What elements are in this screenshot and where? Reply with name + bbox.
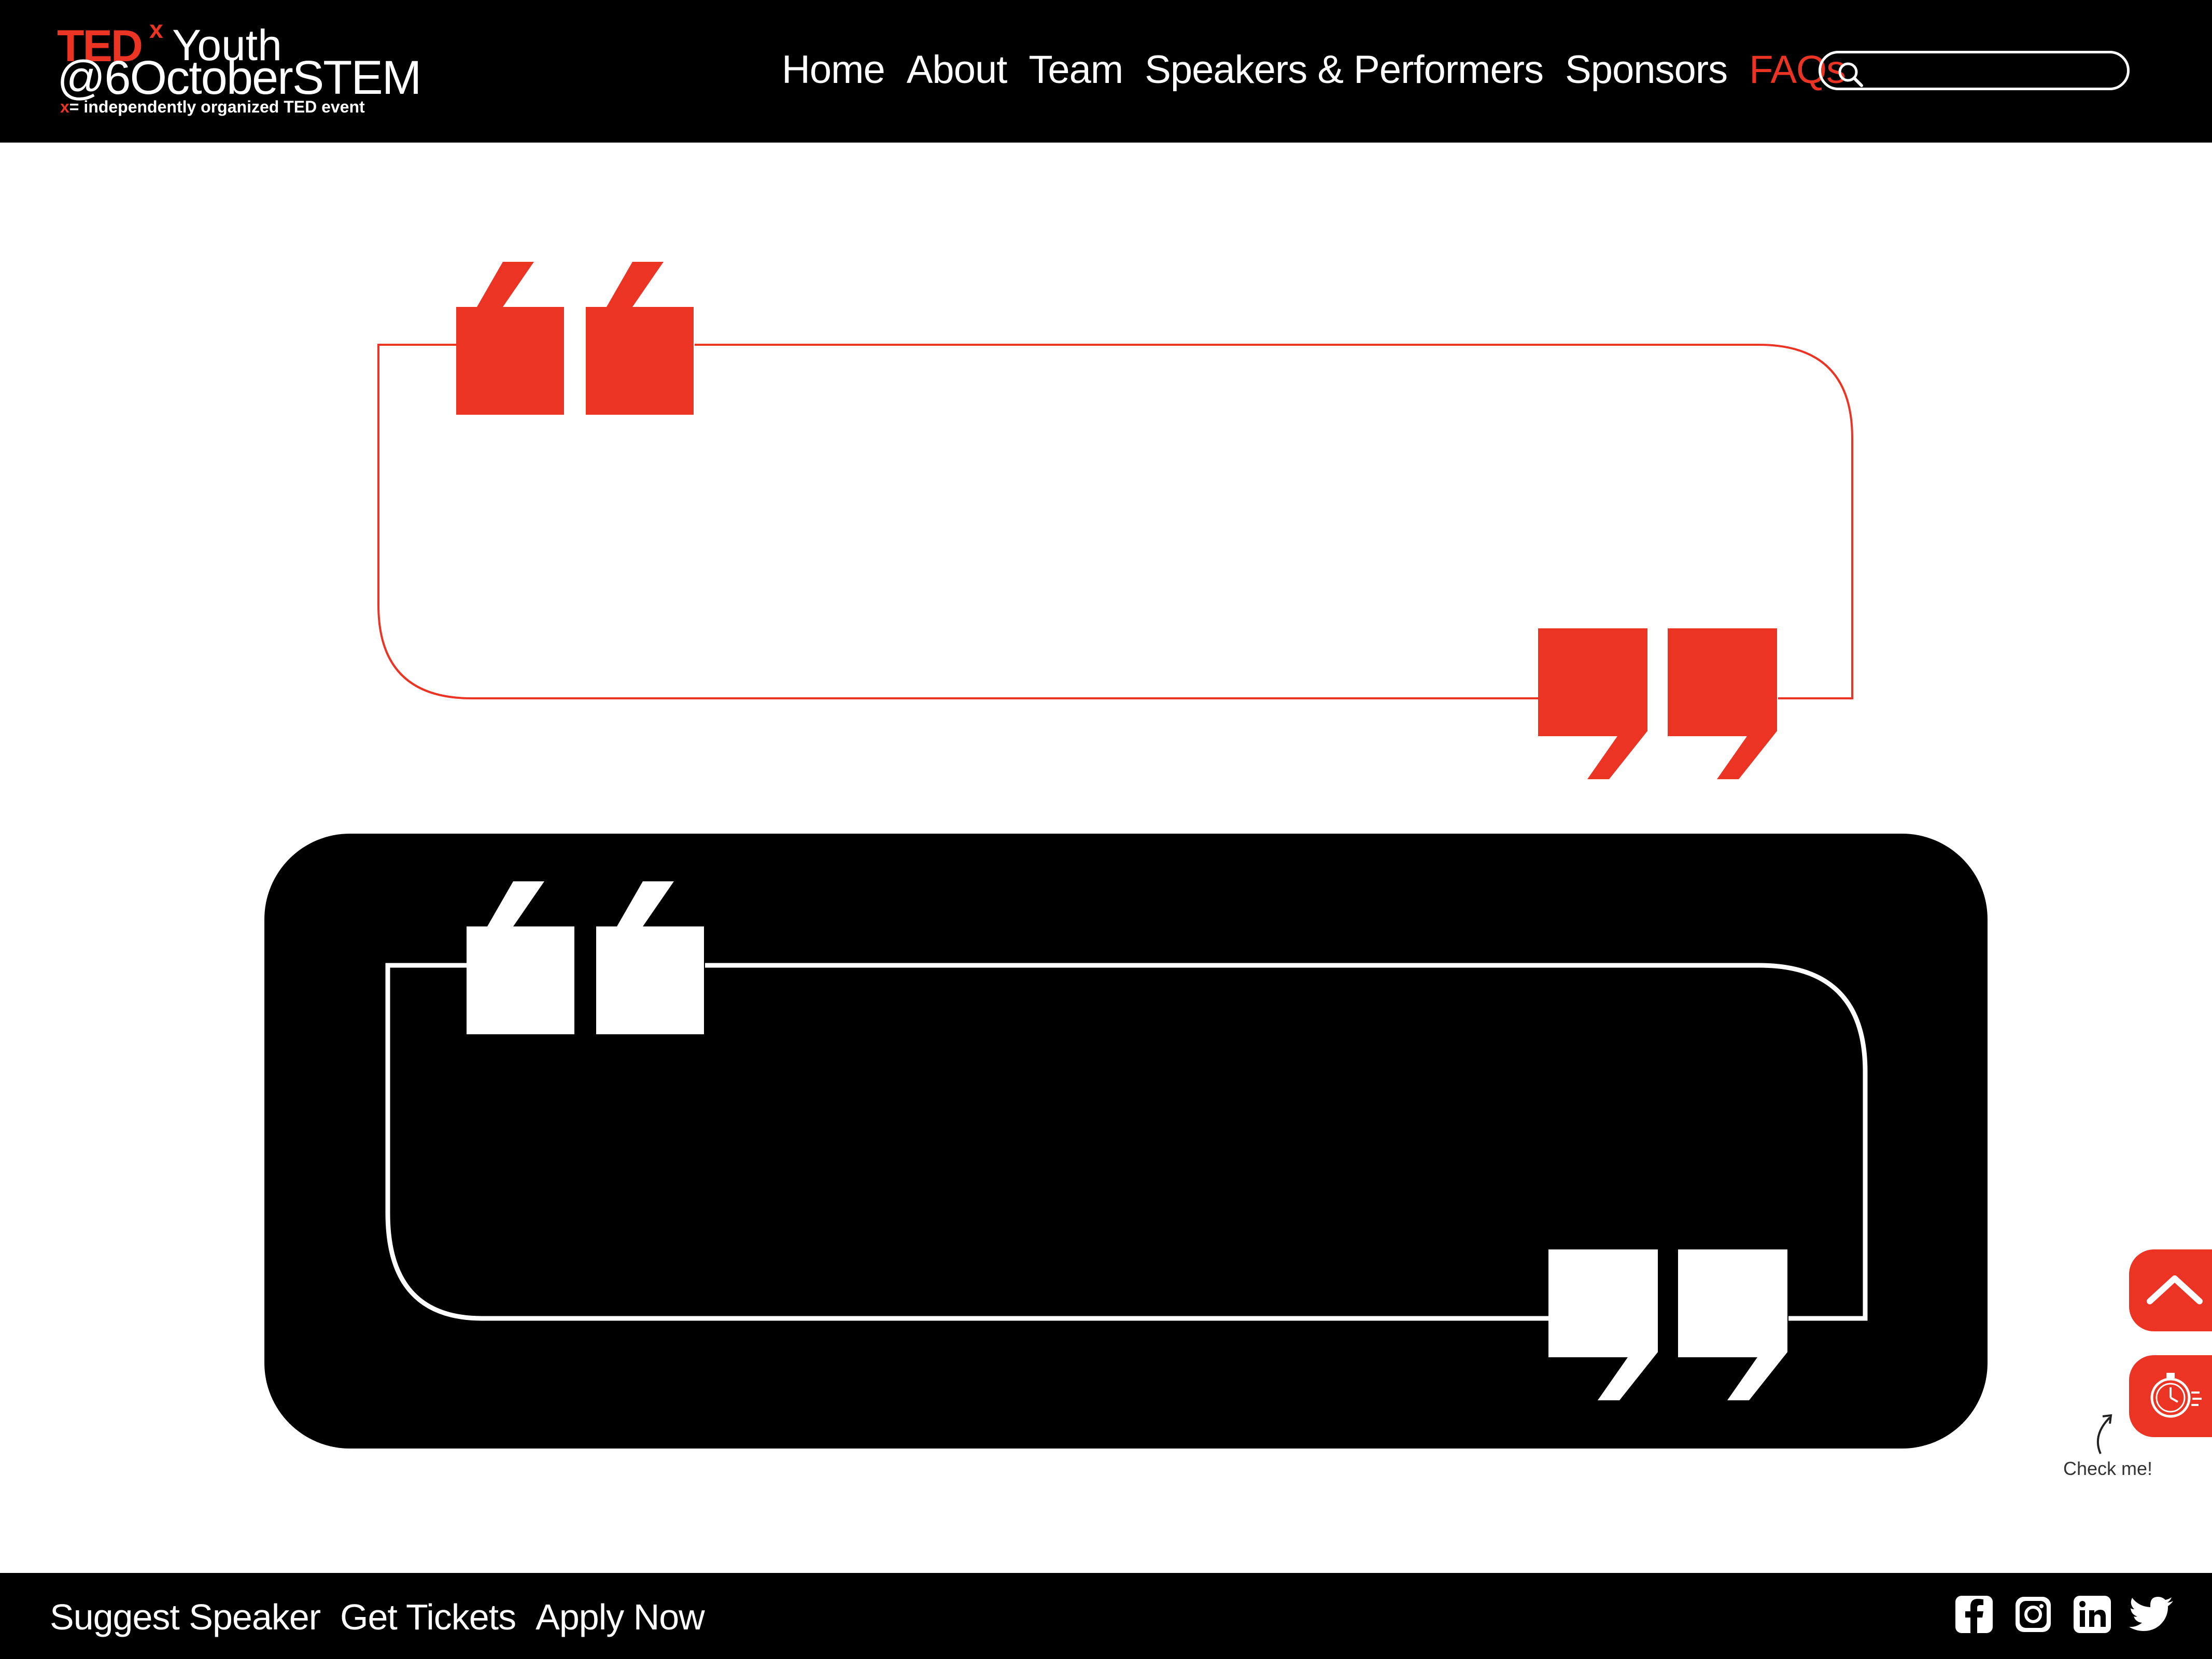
site-footer: Suggest Speaker Get Tickets Apply Now: [0, 1573, 2212, 1659]
stopwatch-icon: [2150, 1373, 2202, 1418]
close-quote-mark-icon: [1538, 628, 1777, 779]
search-input[interactable]: [1873, 55, 2119, 87]
footer-suggest-speaker[interactable]: Suggest Speaker: [50, 1594, 321, 1640]
logo-tagline-x: x: [60, 97, 69, 116]
open-quote-mark-icon: [456, 262, 694, 415]
footer-get-tickets[interactable]: Get Tickets: [340, 1594, 516, 1640]
nav-team[interactable]: Team: [1028, 41, 1123, 99]
nav-sponsors[interactable]: Sponsors: [1565, 41, 1728, 99]
linkedin-icon[interactable]: [2072, 1594, 2113, 1635]
logo-tagline-text: = independently organized TED event: [69, 97, 365, 116]
facebook-icon[interactable]: [1953, 1594, 1995, 1635]
close-quote-mark-white-icon: [1548, 1249, 1787, 1400]
curved-arrow-icon: [2096, 1414, 2112, 1454]
footer-links: Suggest Speaker Get Tickets Apply Now: [50, 1594, 724, 1640]
logo-event-name: @6OctoberSTEM: [57, 51, 421, 104]
twitter-icon[interactable]: [2128, 1594, 2175, 1635]
nav-speakers-performers[interactable]: Speakers & Performers: [1145, 41, 1544, 99]
search-icon[interactable]: [1836, 60, 1867, 91]
site-header: TED x Youth @6OctoberSTEM x= independent…: [0, 0, 2212, 143]
chevron-up-icon: [2147, 1275, 2203, 1304]
nav-about[interactable]: About: [907, 41, 1008, 99]
tedx-logo[interactable]: TED x Youth @6OctoberSTEM x= independent…: [57, 16, 421, 122]
logo-tagline: x= independently organized TED event: [60, 97, 365, 117]
footer-apply-now[interactable]: Apply Now: [536, 1594, 705, 1640]
main-nav: Home About Team Speakers & Performers Sp…: [782, 41, 1867, 99]
red-quote-frame: [377, 262, 1853, 779]
check-me-label: Check me!: [2063, 1458, 2153, 1479]
nav-home[interactable]: Home: [782, 41, 885, 99]
countdown-button[interactable]: [2129, 1355, 2212, 1437]
white-quote-frame: [385, 881, 1868, 1400]
search-box[interactable]: [1819, 51, 2130, 90]
logo-x-text: x: [149, 16, 163, 44]
open-quote-mark-white-icon: [467, 881, 704, 1034]
instagram-icon[interactable]: [2012, 1594, 2054, 1635]
scroll-top-button[interactable]: [2129, 1249, 2212, 1331]
